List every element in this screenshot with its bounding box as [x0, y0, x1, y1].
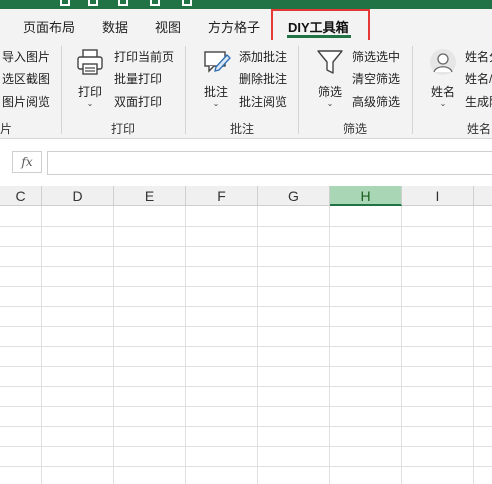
filter-button[interactable]: 筛选 ⌄ — [310, 45, 350, 111]
column-gridline — [257, 206, 258, 484]
ribbon-tab-bar: 页面布局 数据 视图 方方格子 DIY工具箱 — [0, 9, 492, 40]
comment-button[interactable]: 批注 ⌄ — [196, 45, 236, 111]
row-gridline — [0, 366, 492, 367]
title-bar — [0, 0, 492, 9]
column-header-h[interactable]: H — [330, 186, 402, 206]
column-gridline — [473, 206, 474, 484]
quick-access-icon[interactable] — [182, 0, 192, 6]
column-gridline — [401, 206, 402, 484]
person-icon — [430, 49, 456, 75]
row-gridline — [0, 426, 492, 427]
column-header-d[interactable]: D — [42, 186, 114, 206]
chevron-down-icon: ⌄ — [326, 99, 334, 108]
funnel-icon — [317, 50, 343, 74]
column-header-i[interactable]: I — [402, 186, 474, 206]
group-label-comment: 批注 — [230, 122, 255, 136]
chevron-down-icon: ⌄ — [212, 99, 220, 108]
name-split-button[interactable]: 姓名分 — [465, 48, 492, 65]
clear-filter-button[interactable]: 清空筛选 — [352, 70, 400, 87]
column-gridline — [113, 206, 114, 484]
column-header-e[interactable]: E — [114, 186, 186, 206]
printer-icon — [77, 49, 103, 75]
group-label-filter: 筛选 — [343, 122, 368, 136]
group-label-print: 打印 — [111, 122, 136, 136]
name-format-button[interactable]: 姓名/ — [465, 70, 492, 87]
column-header-j[interactable] — [474, 186, 492, 206]
advanced-filter-button[interactable]: 高级筛选 — [352, 93, 400, 110]
tab-fangfang-grid[interactable]: 方方格子 — [208, 17, 260, 36]
column-header-c[interactable]: C — [0, 186, 42, 206]
insert-function-button[interactable]: fx — [12, 151, 42, 173]
name-button[interactable]: 姓名 ⌄ — [423, 45, 463, 111]
row-gridline — [0, 386, 492, 387]
duplex-print-button[interactable]: 双面打印 — [114, 93, 162, 110]
row-gridline — [0, 446, 492, 447]
add-comment-button[interactable]: 添加批注 — [239, 48, 287, 65]
row-gridline — [0, 466, 492, 467]
print-label: 打印 — [77, 85, 102, 99]
quick-access-icon[interactable] — [150, 0, 160, 6]
tab-data[interactable]: 数据 — [102, 17, 128, 36]
batch-print-button[interactable]: 批量打印 — [114, 70, 162, 87]
filter-label: 筛选 — [317, 85, 342, 99]
row-gridline — [0, 306, 492, 307]
column-gridline — [41, 206, 42, 484]
chevron-down-icon: ⌄ — [86, 99, 94, 108]
name-label: 姓名 — [430, 85, 455, 99]
tab-page-layout[interactable]: 页面布局 — [23, 17, 75, 36]
image-preview-button[interactable]: 图片阅览 — [2, 93, 50, 110]
filter-selected-button[interactable]: 筛选选中 — [352, 48, 400, 65]
column-header-g[interactable]: G — [258, 186, 330, 206]
formula-input[interactable] — [47, 151, 492, 175]
print-current-page-button[interactable]: 打印当前页 — [114, 48, 174, 65]
column-header-f[interactable]: F — [186, 186, 258, 206]
print-button[interactable]: 打印 ⌄ — [70, 45, 110, 111]
tab-highlight-box — [271, 9, 370, 42]
group-label-name: 姓名 — [467, 122, 492, 136]
formula-bar: fx — [0, 140, 492, 186]
comment-preview-button[interactable]: 批注阅览 — [239, 93, 287, 110]
group-separator — [185, 46, 186, 134]
row-gridline — [0, 406, 492, 407]
undo-icon[interactable] — [88, 0, 98, 6]
worksheet-grid[interactable]: C D E F G H I — [0, 186, 492, 484]
row-gridline — [0, 226, 492, 227]
row-gridline — [0, 266, 492, 267]
row-gridline — [0, 326, 492, 327]
row-gridline — [0, 286, 492, 287]
group-separator — [61, 46, 62, 134]
group-separator — [412, 46, 413, 134]
import-image-button[interactable]: 导入图片 — [2, 48, 50, 65]
row-gridline — [0, 346, 492, 347]
column-gridline — [329, 206, 330, 484]
ribbon-panel: 导入图片 选区截图 图片阅览 图片 打印 ⌄ 打印当前页 批量打印 双面打印 打… — [0, 40, 492, 139]
comment-label: 批注 — [203, 85, 228, 99]
row-gridline — [0, 246, 492, 247]
group-separator — [298, 46, 299, 134]
generate-random-button[interactable]: 生成随 — [465, 93, 492, 110]
save-icon[interactable] — [60, 0, 70, 6]
comment-pen-icon — [204, 51, 231, 73]
tab-view[interactable]: 视图 — [155, 17, 181, 36]
redo-icon[interactable] — [118, 0, 128, 6]
chevron-down-icon: ⌄ — [439, 99, 447, 108]
column-gridline — [185, 206, 186, 484]
group-label-image: 图片 — [0, 122, 13, 136]
region-screenshot-button[interactable]: 选区截图 — [2, 70, 50, 87]
delete-comment-button[interactable]: 删除批注 — [239, 70, 287, 87]
